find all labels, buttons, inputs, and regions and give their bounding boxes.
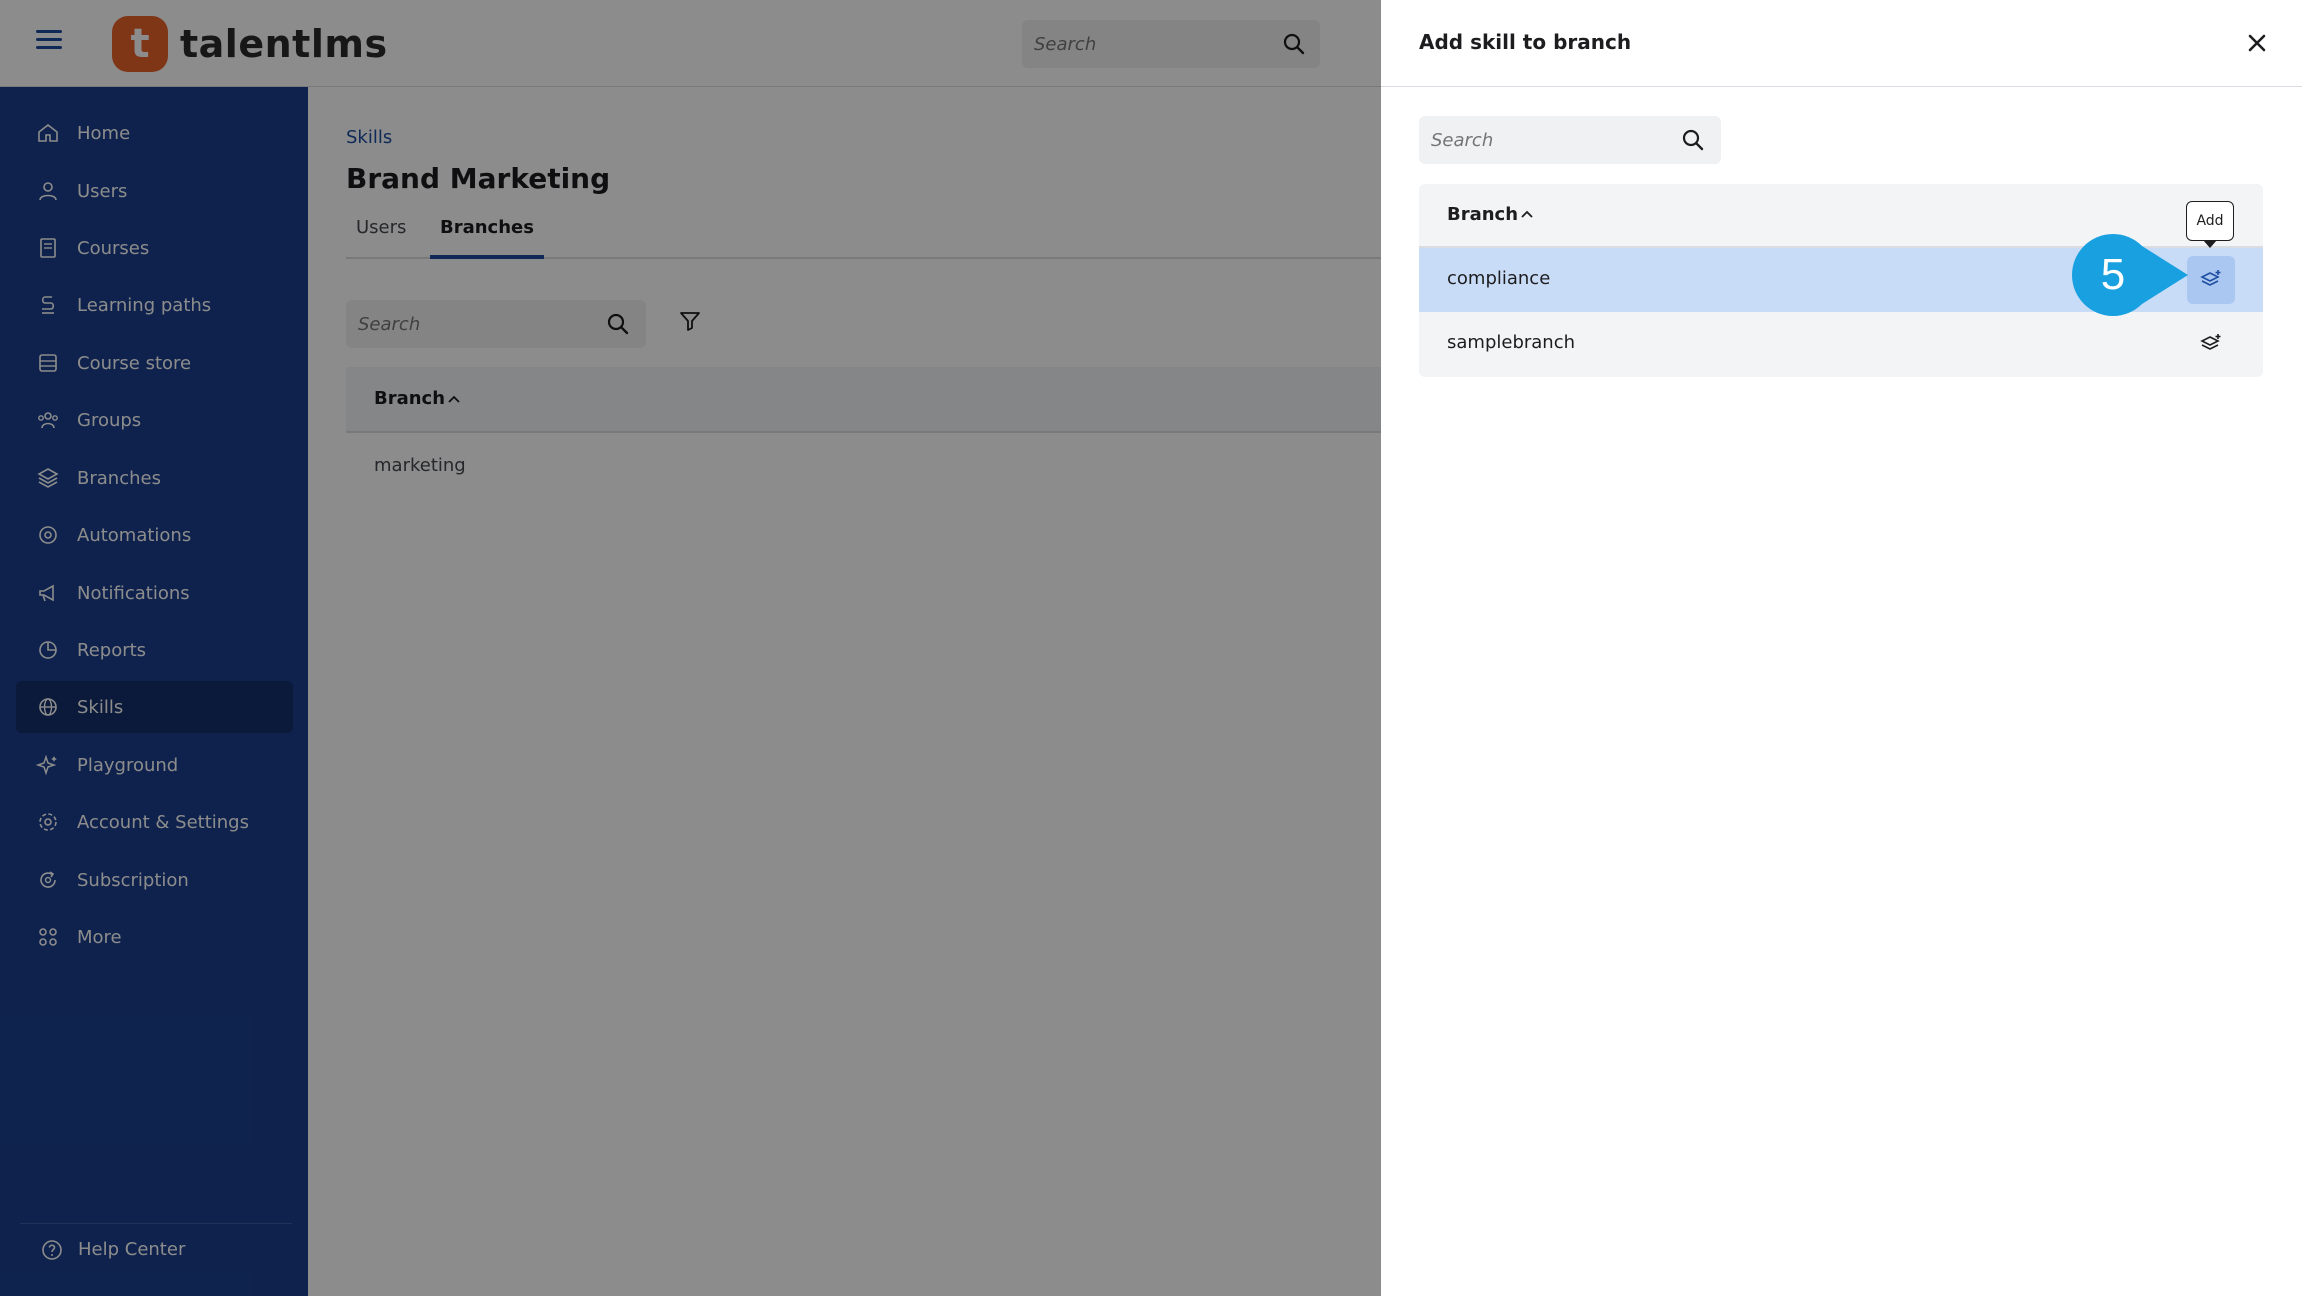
add-branch-button[interactable]	[2187, 320, 2235, 368]
table-header: Branch	[1419, 184, 2263, 248]
add-skill-drawer: Add skill to branch Branch compliance sa…	[1381, 0, 2302, 1296]
drawer-search-input[interactable]	[1431, 124, 1666, 156]
layers-add-icon	[2200, 270, 2221, 286]
step-badge: 5	[2072, 234, 2154, 316]
close-icon[interactable]	[2242, 28, 2272, 58]
column-header-branch[interactable]: Branch	[1447, 204, 1518, 225]
drawer-search	[1419, 116, 1721, 164]
add-branch-button[interactable]	[2187, 256, 2235, 304]
table-row[interactable]: samplebranch	[1419, 312, 2263, 376]
layers-add-icon	[2200, 334, 2221, 350]
add-tooltip: Add	[2186, 201, 2234, 241]
modal-overlay[interactable]	[0, 0, 1381, 1296]
search-icon[interactable]	[1681, 128, 1705, 152]
chevron-up-icon[interactable]	[1519, 206, 1535, 222]
branch-name: samplebranch	[1447, 332, 1576, 353]
tooltip-arrow	[2203, 240, 2217, 248]
drawer-header: Add skill to branch	[1381, 0, 2302, 87]
branch-name: compliance	[1447, 268, 1551, 289]
drawer-title: Add skill to branch	[1419, 30, 1632, 54]
